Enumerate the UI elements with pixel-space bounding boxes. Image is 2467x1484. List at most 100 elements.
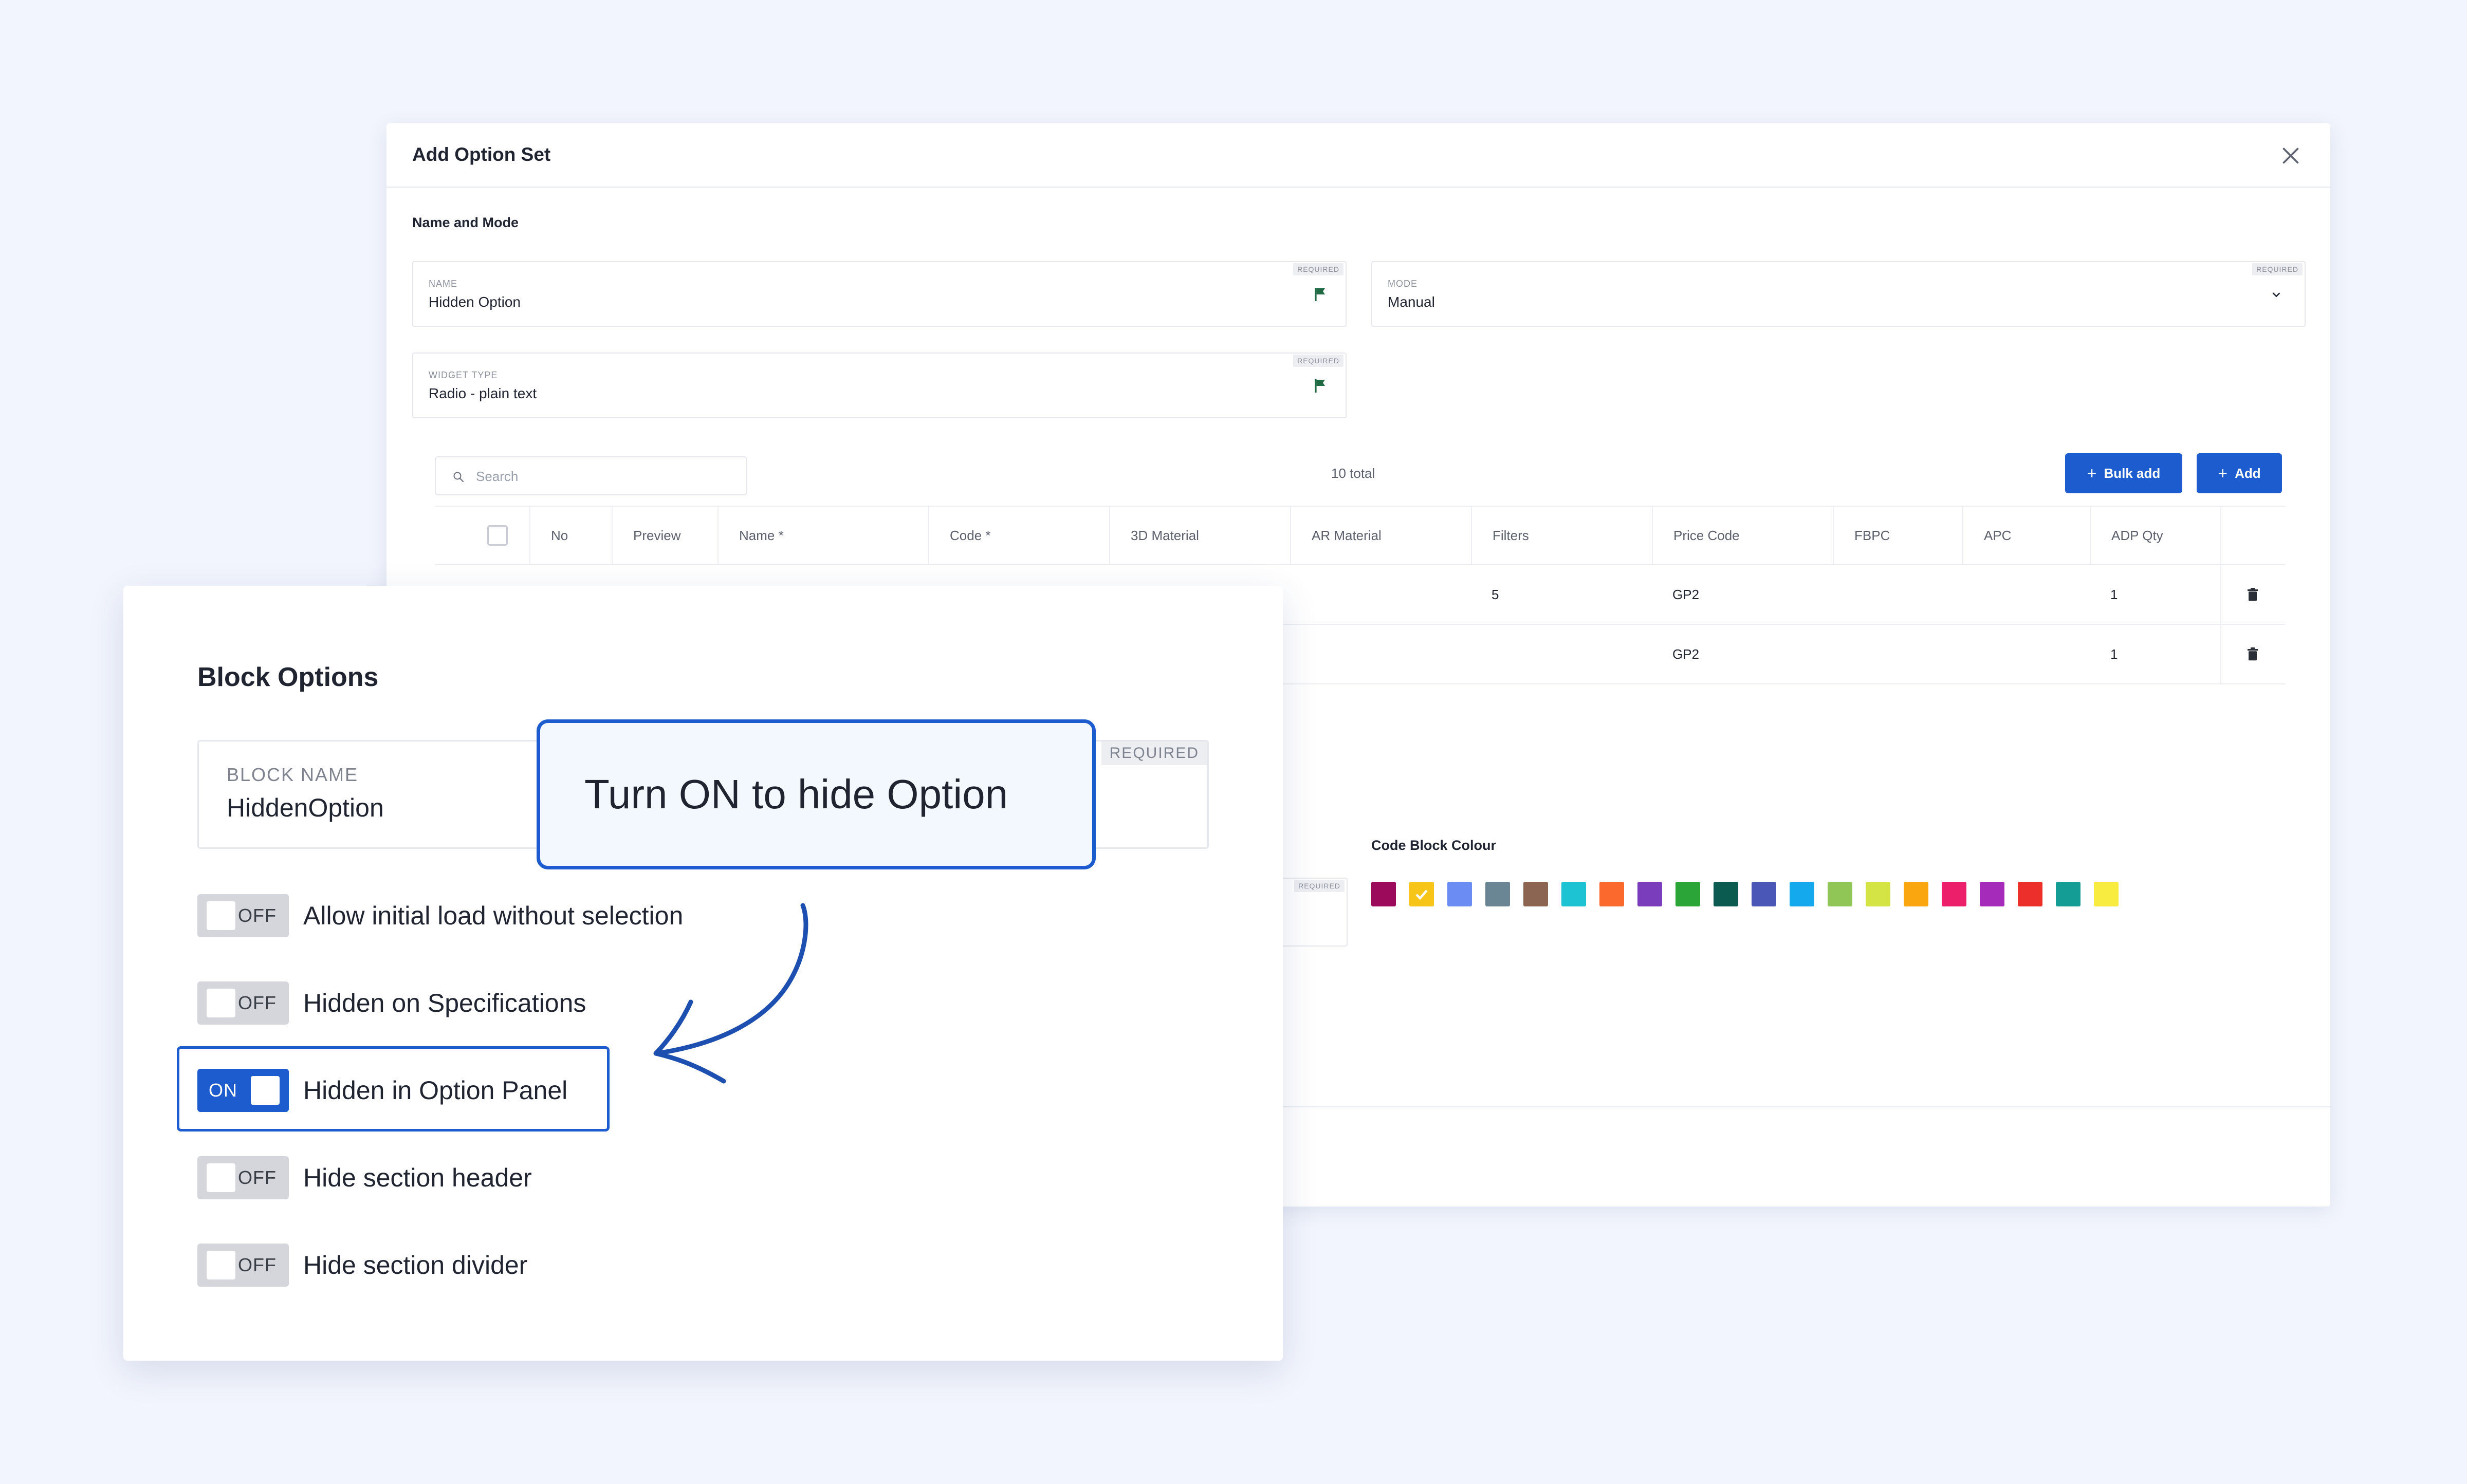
column-header[interactable]: APC [1962,507,2090,564]
table-header: No Preview Name * Code * 3D Material AR … [435,506,2285,565]
column-divider [2220,565,2221,624]
required-tag: REQUIRED [2252,263,2303,275]
required-tag: REQUIRED [1293,263,1343,275]
price-code-cell: GP2 [1672,586,1700,602]
toggle-row-hide-section-divider: OFF Hide section divider [197,1244,527,1287]
column-header[interactable]: No [529,507,612,564]
colour-swatch[interactable] [1942,882,1966,906]
colour-swatch[interactable] [1676,882,1700,906]
hidden-on-specifications-toggle[interactable]: OFF [197,981,289,1025]
bulk-add-label: Bulk add [2104,465,2161,481]
colour-swatch[interactable] [2018,882,2042,906]
colour-swatch[interactable] [2094,882,2119,906]
adp-qty-cell: 1 [2110,646,2118,662]
required-tag: REQUIRED [1293,355,1343,367]
delete-row-button[interactable] [2247,625,2258,683]
add-button[interactable]: + Add [2197,453,2282,493]
chevron-down-icon [2272,292,2280,298]
modal-title: Add Option Set [412,144,551,165]
search-input[interactable] [475,465,732,488]
column-header[interactable]: AR Material [1290,507,1471,564]
toggle-label: Allow initial load without selection [303,901,684,930]
colour-swatch[interactable] [1866,882,1890,906]
curved-arrow-icon [653,903,808,1084]
trash-icon[interactable] [2247,588,2258,601]
colour-swatch[interactable] [1561,882,1586,906]
trash-icon[interactable] [2247,647,2258,661]
name-field[interactable]: NAME Hidden Option REQUIRED [412,261,1347,327]
toggle-row-hidden-on-specifications: OFF Hidden on Specifications [197,981,586,1025]
bulk-add-button[interactable]: + Bulk add [2065,453,2182,493]
toggle-label: Hidden in Option Panel [303,1076,568,1105]
total-count: 10 total [1331,466,1375,481]
filters-cell: 5 [1492,586,1499,602]
colour-swatch[interactable] [1523,882,1548,906]
widget-type-label: WIDGET TYPE [429,370,498,380]
panel-title: Block Options [197,662,379,692]
widget-type-field[interactable]: WIDGET TYPE Radio - plain text REQUIRED [412,353,1347,418]
flag-icon [1315,288,1325,301]
mode-field-value: Manual [1388,294,1435,310]
toggle-state: OFF [238,1254,277,1275]
modal-header: Add Option Set [386,123,2330,188]
select-all-checkbox[interactable] [487,525,508,546]
mode-select[interactable]: MODE Manual REQUIRED [1371,261,2306,327]
mode-field-label: MODE [1388,279,1417,289]
add-label: Add [2235,465,2261,481]
column-header[interactable]: Preview [612,507,717,564]
toggle-knob [207,1251,235,1279]
toggle-row-allow-initial-load: OFF Allow initial load without selection [197,894,683,937]
check-icon [1415,889,1428,900]
colour-swatch[interactable] [1790,882,1814,906]
hide-section-header-toggle[interactable]: OFF [197,1156,289,1199]
colour-swatch[interactable] [1371,882,1396,906]
flag-icon [1315,379,1325,393]
hide-section-divider-toggle[interactable]: OFF [197,1244,289,1287]
toggle-state: ON [209,1080,237,1101]
toggle-state: OFF [238,992,277,1013]
plus-icon: + [2087,464,2097,483]
hidden-in-option-panel-toggle[interactable]: ON [197,1069,289,1112]
colour-swatch[interactable] [1904,882,1928,906]
colour-swatch[interactable] [1637,882,1662,906]
column-header[interactable]: Filters [1471,507,1652,564]
code-block-colour-title: Code Block Colour [1371,838,1497,853]
column-header[interactable]: Code * [928,507,1109,564]
column-header[interactable]: Price Code [1652,507,1833,564]
search-icon [453,472,464,483]
colour-swatch[interactable] [1828,882,1852,906]
close-icon[interactable] [2277,142,2305,170]
colour-swatch[interactable] [1752,882,1776,906]
column-header[interactable]: ADP Qty [2090,507,2220,564]
colour-swatch[interactable] [1599,882,1624,906]
block-name-label: BLOCK NAME [227,764,359,785]
column-divider [2220,625,2221,683]
colour-swatch[interactable] [1447,882,1472,906]
toggle-label: Hide section header [303,1163,532,1192]
colour-swatch[interactable] [1714,882,1738,906]
block-name-value: HiddenOption [227,793,384,822]
search-box [435,456,747,495]
price-code-cell: GP2 [1672,646,1700,662]
callout-text: Turn ON to hide Option [584,771,1008,817]
name-field-label: NAME [429,279,458,289]
select-all-cell [466,507,529,564]
widget-type-value: Radio - plain text [429,385,537,401]
toggle-state: OFF [238,905,277,926]
column-header[interactable]: 3D Material [1109,507,1290,564]
column-header[interactable]: Name * [717,507,928,564]
colour-swatch[interactable] [1980,882,2004,906]
allow-initial-load-toggle[interactable]: OFF [197,894,289,937]
colour-swatch[interactable] [2056,882,2081,906]
section-title: Name and Mode [412,215,519,230]
toggle-knob [251,1076,280,1105]
colour-swatch[interactable] [1485,882,1510,906]
toggle-row-hide-section-header: OFF Hide section header [197,1156,532,1199]
plus-icon: + [2218,464,2228,483]
column-header-actions [2220,507,2285,564]
delete-row-button[interactable] [2247,565,2258,624]
adp-qty-cell: 1 [2110,586,2118,602]
callout-box: Turn ON to hide Option [537,719,1096,869]
colour-swatch[interactable] [1409,882,1434,906]
column-header[interactable]: FBPC [1833,507,1962,564]
